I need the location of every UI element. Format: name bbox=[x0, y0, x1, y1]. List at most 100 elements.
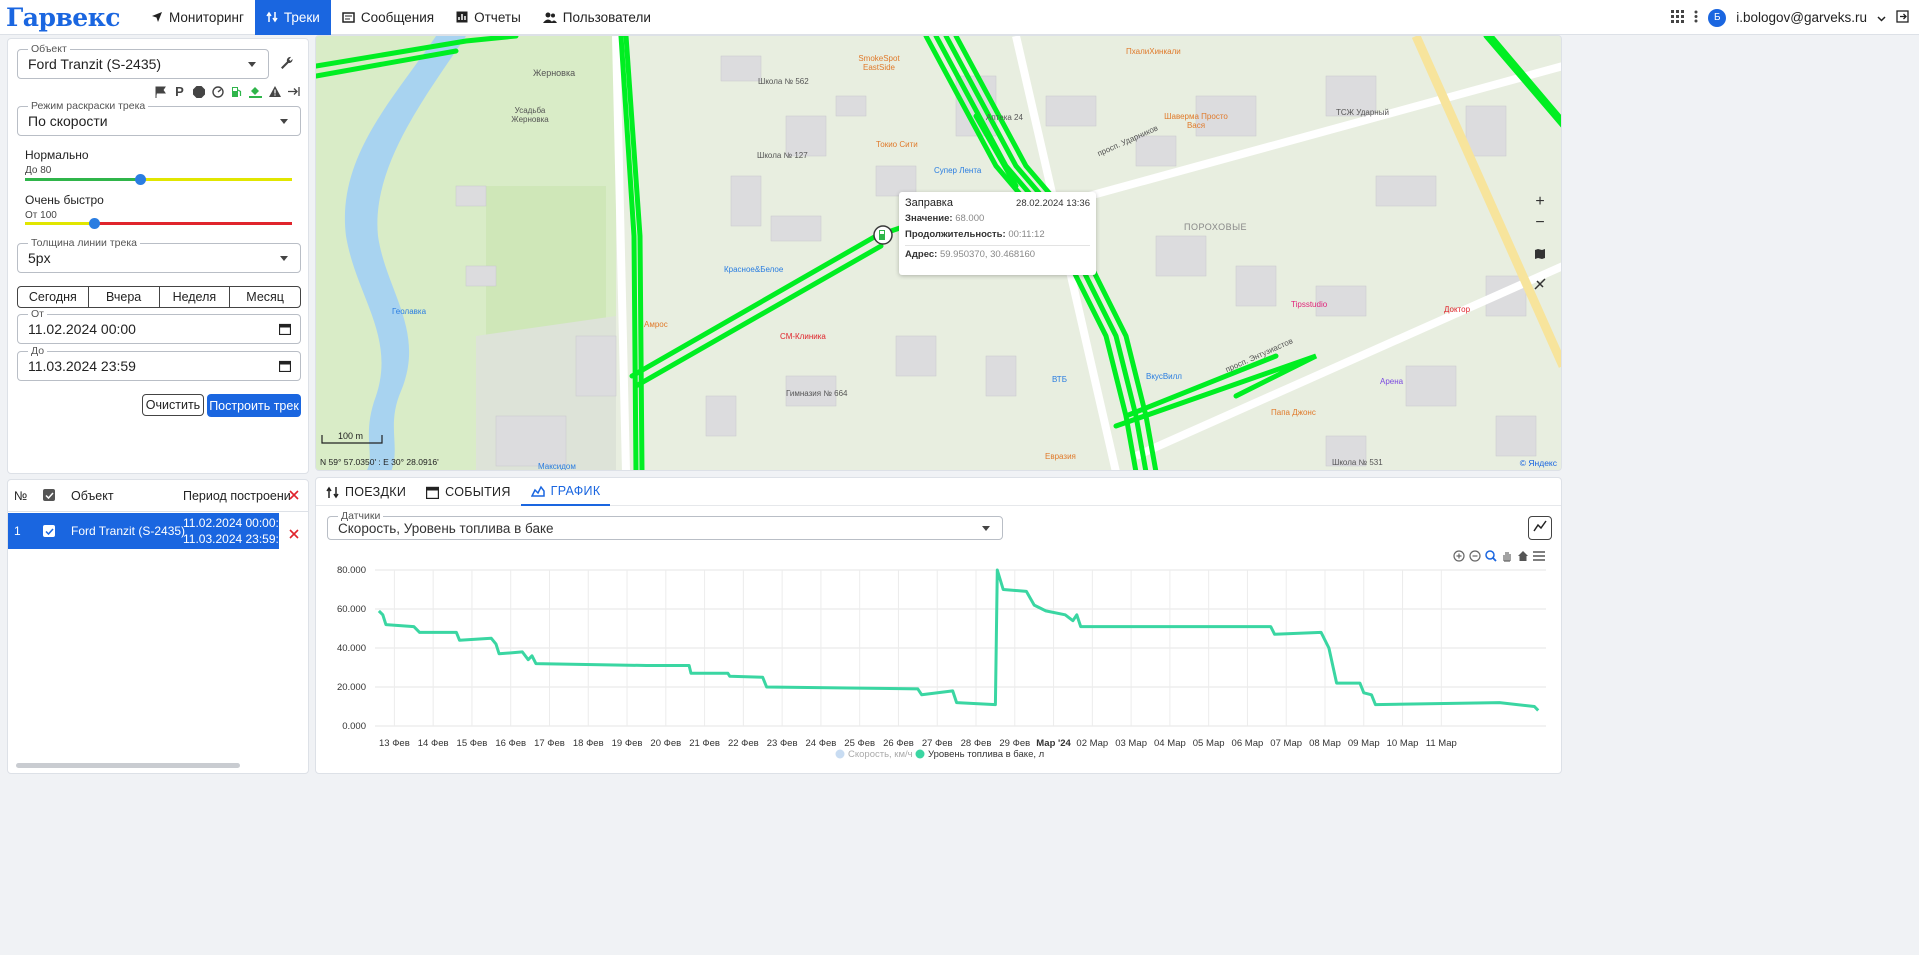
caret-down-icon bbox=[248, 62, 256, 67]
date-from-value: 11.02.2024 00:00 bbox=[28, 321, 136, 337]
x-tick-label: 03 Мар bbox=[1115, 738, 1147, 749]
x-tick-label: 18 Фев bbox=[573, 738, 604, 749]
nav-tracks[interactable]: Треки bbox=[254, 0, 331, 35]
tab-chart[interactable]: ГРАФИК bbox=[520, 478, 611, 506]
legend-marker bbox=[835, 749, 845, 759]
message-icon bbox=[342, 11, 355, 23]
paint-bucket-icon[interactable] bbox=[249, 85, 262, 98]
map-label: Арена bbox=[1380, 377, 1404, 386]
flag-icon[interactable] bbox=[154, 85, 167, 98]
delete-row-icon[interactable] bbox=[289, 526, 299, 544]
map-label: Аптека 24 bbox=[986, 113, 1023, 122]
map-label: ТСЖ Ударный bbox=[1336, 108, 1389, 117]
x-tick-label: 06 Мар bbox=[1232, 738, 1264, 749]
date-to-input[interactable]: До 11.03.2024 23:59 bbox=[17, 345, 301, 381]
tracks-table: № Объект Период построени 1 Ford Tranzit… bbox=[7, 479, 309, 774]
sensors-select[interactable]: Датчики Скорость, Уровень топлива в баке bbox=[327, 510, 1003, 540]
fuel-event-tooltip: Заправка 28.02.2024 13:36 Значение: 68.0… bbox=[899, 192, 1096, 275]
traffic-toggle-icon[interactable] bbox=[1531, 275, 1549, 293]
map-label: Папа Джонс bbox=[1271, 408, 1316, 417]
period-today-button[interactable]: Сегодня bbox=[18, 287, 89, 307]
map-label: Геолавка bbox=[392, 307, 427, 316]
warning-icon[interactable] bbox=[268, 85, 281, 98]
fuel-station-icon[interactable] bbox=[230, 85, 243, 98]
object-select-value: Ford Tranzit (S-2435) bbox=[28, 56, 162, 72]
column-period: Период построени bbox=[183, 489, 291, 503]
map-label: Красное&Белое bbox=[724, 265, 784, 274]
clear-button[interactable]: Очистить bbox=[142, 394, 204, 416]
track-options-toolbar: P bbox=[154, 84, 300, 99]
period-quick-select: Сегодня Вчера Неделя Месяц bbox=[17, 286, 301, 308]
calendar-icon[interactable] bbox=[278, 359, 292, 377]
row-num: 1 bbox=[14, 524, 21, 538]
stop-icon[interactable] bbox=[192, 85, 205, 98]
track-color-mode-select[interactable]: Режим раскраски трека По скорости bbox=[17, 100, 301, 136]
nav-users[interactable]: Пользователи bbox=[532, 0, 662, 35]
logout-icon[interactable] bbox=[1896, 9, 1909, 26]
track-color-mode-label: Режим раскраски трека bbox=[28, 100, 149, 112]
fast-speed-slider-handle[interactable] bbox=[89, 218, 101, 229]
map-label: Усадьба Жерновка bbox=[511, 106, 549, 124]
nav-messages[interactable]: Сообщения bbox=[331, 0, 445, 35]
navigation-arrow-icon bbox=[151, 11, 163, 23]
map-label: СМ-Клиника bbox=[780, 332, 826, 341]
chevron-down-icon[interactable] bbox=[1877, 10, 1886, 25]
apps-grid-icon[interactable] bbox=[1671, 9, 1685, 26]
tab-trips[interactable]: ПОЕЗДКИ bbox=[316, 478, 416, 506]
map-label: Школа № 562 bbox=[758, 77, 809, 86]
horizontal-scrollbar[interactable] bbox=[16, 763, 240, 768]
table-row[interactable]: 1 Ford Tranzit (S-2435) 11.02.2024 00:00… bbox=[8, 513, 292, 549]
tooltip-address-label: Адрес: bbox=[905, 249, 938, 260]
select-all-checkbox[interactable] bbox=[43, 489, 55, 501]
delete-all-icon[interactable] bbox=[289, 489, 299, 503]
period-month-button[interactable]: Месяц bbox=[230, 287, 300, 307]
user-email[interactable]: i.bologov@garveks.ru bbox=[1736, 10, 1867, 25]
tab-events[interactable]: СОБЫТИЯ bbox=[416, 478, 521, 506]
parking-icon[interactable]: P bbox=[173, 84, 186, 99]
bar-chart-icon bbox=[456, 11, 468, 23]
x-tick-label: 07 Мар bbox=[1270, 738, 1302, 749]
fast-speed-slider[interactable] bbox=[25, 218, 292, 229]
tooltip-duration-label: Продолжительность: bbox=[905, 229, 1006, 240]
nav-reports[interactable]: Отчеты bbox=[445, 0, 532, 35]
track-thickness-value: 5px bbox=[28, 250, 51, 266]
period-yesterday-button[interactable]: Вчера bbox=[89, 287, 160, 307]
normal-speed-sub: До 80 bbox=[25, 165, 52, 176]
normal-speed-slider[interactable] bbox=[25, 174, 292, 185]
date-to-value: 11.03.2024 23:59 bbox=[28, 358, 136, 374]
nav-tracks-label: Треки bbox=[283, 9, 320, 25]
map-view[interactable]: Школа № 562 Усадьба Жерновка Жерновка Шк… bbox=[315, 35, 1562, 471]
object-select[interactable]: Объект Ford Tranzit (S-2435) bbox=[17, 43, 269, 79]
tooltip-duration-row: Продолжительность: 00:11:12 bbox=[905, 229, 1090, 240]
fuel-speed-chart[interactable]: 0.000 20.000 40.000 60.000 80.000 13 Фев 14 Фе… bbox=[316, 558, 1561, 773]
more-vertical-icon[interactable] bbox=[1694, 10, 1698, 26]
app-logo[interactable]: Гарвекс bbox=[0, 3, 140, 32]
map-label: Евразия bbox=[1045, 452, 1076, 461]
track-thickness-label: Толщина линии трека bbox=[28, 237, 140, 249]
tooltip-date: 28.02.2024 13:36 bbox=[1016, 198, 1090, 209]
user-avatar[interactable]: Б bbox=[1708, 8, 1727, 27]
track-thickness-select[interactable]: Толщина линии трека 5px bbox=[17, 237, 301, 273]
map-copyright[interactable]: © Яндекс bbox=[1520, 458, 1557, 468]
period-week-button[interactable]: Неделя bbox=[160, 287, 231, 307]
zoom-in-button[interactable]: + bbox=[1531, 193, 1549, 211]
x-tick-label: 27 Фев bbox=[922, 738, 953, 749]
map-label: Школа № 127 bbox=[757, 151, 808, 160]
row-checkbox[interactable] bbox=[43, 525, 55, 537]
arrow-right-bar-icon[interactable] bbox=[287, 85, 300, 98]
chart-type-button[interactable] bbox=[1528, 516, 1552, 540]
map-scale: 100 m bbox=[321, 431, 383, 450]
build-track-button[interactable]: Построить трек bbox=[207, 394, 301, 417]
map-layers-icon[interactable] bbox=[1531, 245, 1549, 263]
wrench-icon[interactable] bbox=[279, 55, 293, 74]
zoom-out-button[interactable]: − bbox=[1531, 214, 1549, 232]
route-icon bbox=[266, 11, 278, 23]
date-from-input[interactable]: От 11.02.2024 00:00 bbox=[17, 308, 301, 344]
calendar-icon[interactable] bbox=[278, 322, 292, 340]
normal-speed-slider-handle[interactable] bbox=[134, 174, 146, 185]
speedometer-icon[interactable] bbox=[211, 85, 224, 98]
track-settings-panel: Объект Ford Tranzit (S-2435) P Режим рас… bbox=[7, 38, 309, 474]
nav-monitoring[interactable]: Мониторинг bbox=[140, 0, 255, 35]
x-tick-label: Мар '24 bbox=[1036, 738, 1071, 749]
map-label: Максидом bbox=[538, 462, 576, 471]
